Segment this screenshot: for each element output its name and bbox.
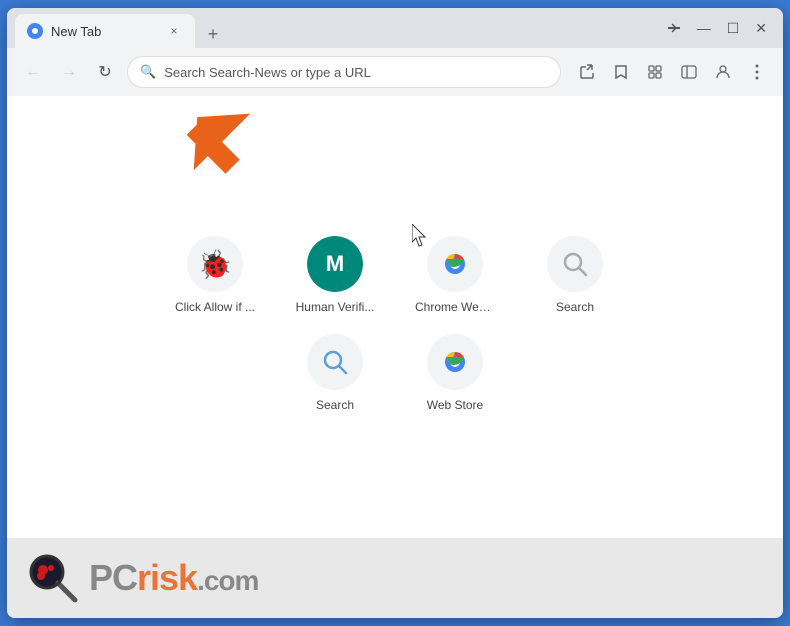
nav-bar: ← → ↻ 🔍 Search Search-News or type a URL (7, 48, 783, 96)
profile-icon-btn[interactable] (709, 58, 737, 86)
menu-icon-btn[interactable] (743, 58, 771, 86)
nav-icons (573, 58, 771, 86)
tab-title: New Tab (51, 24, 157, 39)
shortcuts-grid: 🐞 Click Allow if ... M Human Verifi... (175, 236, 615, 412)
collapse-icon (667, 21, 681, 35)
forward-button[interactable]: → (55, 58, 83, 86)
shortcut-web-store[interactable]: Web Store (415, 334, 495, 412)
maximize-btn[interactable]: ☐ (727, 20, 740, 37)
bookmark-icon (613, 64, 629, 80)
sidebar-icon-btn[interactable] (675, 58, 703, 86)
search-2-label: Search (316, 398, 354, 412)
close-btn[interactable]: ✕ (755, 20, 767, 37)
address-bar[interactable]: 🔍 Search Search-News or type a URL (127, 56, 561, 88)
browser-window: New Tab × + — ☐ ✕ ← → ↻ 🔍 Search Search-… (7, 8, 783, 618)
address-search-icon: 🔍 (140, 64, 156, 80)
web-store-icon (427, 334, 483, 390)
chrome-web-label: Chrome Web ... (415, 300, 495, 314)
back-button[interactable]: ← (19, 58, 47, 86)
search-1-label: Search (556, 300, 594, 314)
click-allow-icon: 🐞 (187, 236, 243, 292)
shortcuts-row-1: 🐞 Click Allow if ... M Human Verifi... (175, 236, 615, 314)
mouse-cursor (412, 224, 432, 253)
minimize-btn[interactable]: — (697, 20, 711, 36)
pcrisk-icon (27, 552, 79, 604)
active-tab[interactable]: New Tab × (15, 14, 195, 48)
shortcut-search-2[interactable]: Search (295, 334, 375, 412)
refresh-button[interactable]: ↻ (91, 58, 119, 86)
tab-favicon (27, 23, 43, 39)
window-controls: — ☐ ✕ (667, 20, 775, 37)
new-tab-button[interactable]: + (199, 20, 227, 48)
footer: PCrisk.com (7, 538, 783, 618)
shortcut-human-verif[interactable]: M Human Verifi... (295, 236, 375, 314)
extensions-icon-btn[interactable] (641, 58, 669, 86)
shortcut-click-allow[interactable]: 🐞 Click Allow if ... (175, 236, 255, 314)
web-store-label: Web Store (427, 398, 483, 412)
human-verif-label: Human Verifi... (296, 300, 375, 314)
search-2-icon (307, 334, 363, 390)
share-icon-btn[interactable] (573, 58, 601, 86)
orange-arrow (177, 104, 267, 194)
search-1-icon (547, 236, 603, 292)
menu-dots-icon (755, 64, 759, 80)
extensions-icon (647, 64, 663, 80)
main-content: 🐞 Click Allow if ... M Human Verifi... (7, 96, 783, 618)
tab-area: New Tab × + (15, 8, 227, 48)
shortcut-search-1[interactable]: Search (535, 236, 615, 314)
click-allow-label: Click Allow if ... (175, 300, 255, 314)
address-text: Search Search-News or type a URL (164, 65, 548, 80)
bookmark-icon-btn[interactable] (607, 58, 635, 86)
shortcuts-row-2: Search Web Store (295, 334, 495, 412)
sidebar-icon (681, 64, 697, 80)
pcrisk-logo-text: PCrisk.com (89, 557, 258, 599)
tab-close-btn[interactable]: × (165, 22, 183, 40)
chrome-web-icon (427, 236, 483, 292)
human-verif-icon: M (307, 236, 363, 292)
share-icon (579, 64, 595, 80)
profile-icon (715, 64, 731, 80)
title-bar: New Tab × + — ☐ ✕ (7, 8, 783, 48)
